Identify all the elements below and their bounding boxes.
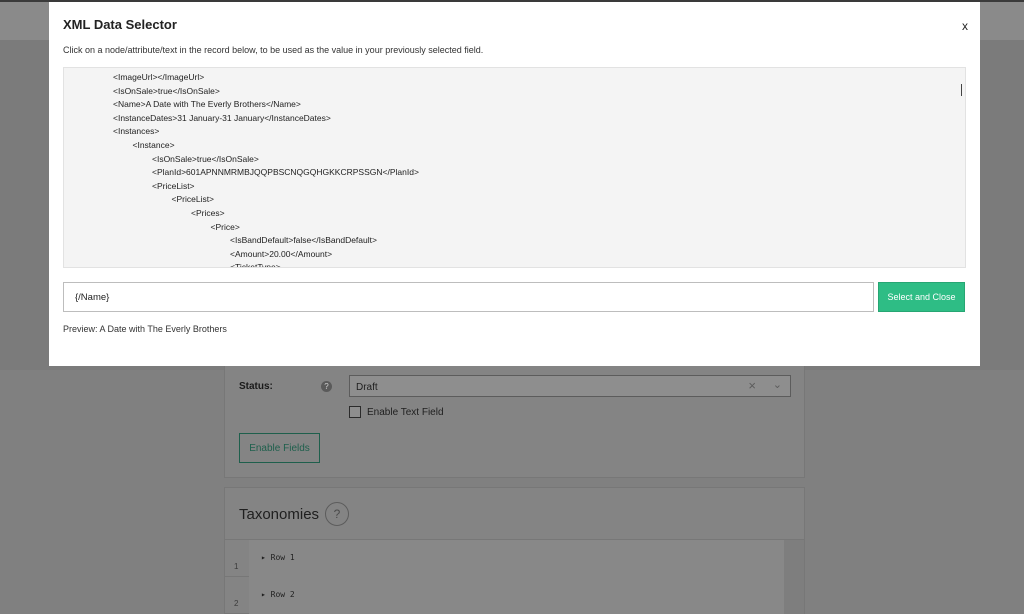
row-body: ▸ Row 2: [249, 577, 784, 614]
row-number: 2: [234, 599, 239, 608]
xml-node[interactable]: <IsOnSale>true</IsOnSale>: [152, 154, 259, 164]
status-value: Draft: [356, 382, 378, 393]
xml-record-viewer[interactable]: <ImageUrl></ImageUrl> <IsOnSale>true</IsO…: [63, 67, 966, 268]
status-panel: Status: ? Draft × ⌄ Enable Text Field En…: [224, 360, 805, 478]
xml-node[interactable]: <Instances>: [113, 126, 159, 136]
xml-node[interactable]: <Name>A Date with The Everly Brothers</N…: [113, 99, 301, 109]
taxonomy-row[interactable]: 2 ▸ Row 2: [225, 577, 784, 614]
xml-node[interactable]: <Price>: [211, 222, 240, 232]
clear-icon[interactable]: ×: [748, 378, 756, 393]
xml-node[interactable]: <PlanId>601APNNMRMBJQQPBSCNQGQHGKKCRPSSG…: [152, 167, 419, 177]
taxonomies-help-icon[interactable]: ?: [325, 502, 349, 526]
modal-description: Click on a node/attribute/text in the re…: [63, 45, 484, 55]
xml-node[interactable]: <PriceList>: [152, 181, 195, 191]
enable-fields-button[interactable]: Enable Fields: [239, 433, 320, 463]
select-and-close-button[interactable]: Select and Close: [878, 282, 965, 312]
xml-node[interactable]: <InstanceDates>31 January-31 January</In…: [113, 113, 331, 123]
scroll-cursor: [961, 84, 962, 96]
status-select[interactable]: Draft × ⌄: [349, 375, 791, 397]
status-label: Status:: [239, 381, 273, 392]
xml-node[interactable]: <PriceList>: [172, 194, 215, 204]
row-side-column: [784, 540, 804, 614]
xml-node[interactable]: <Amount>20.00</Amount>: [230, 249, 332, 259]
taxonomies-panel: Taxonomies ? 1 ▸ Row 1 2 ▸ Row 2: [224, 487, 805, 614]
taxonomy-row[interactable]: 1 ▸ Row 1: [225, 540, 784, 577]
enable-text-field-checkbox[interactable]: [349, 406, 361, 418]
enable-text-field-label: Enable Text Field: [367, 407, 444, 418]
status-help-icon[interactable]: ?: [321, 381, 332, 392]
row-number: 1: [234, 562, 239, 571]
close-button[interactable]: x: [962, 19, 968, 33]
xml-node[interactable]: <IsOnSale>true</IsOnSale>: [113, 86, 220, 96]
row-body: ▸ Row 1: [249, 540, 784, 577]
row-label[interactable]: ▸ Row 2: [261, 590, 295, 599]
selected-path-input[interactable]: [63, 282, 874, 312]
chevron-down-icon[interactable]: ⌄: [773, 378, 782, 391]
xml-data-selector-modal: XML Data Selector x Click on a node/attr…: [49, 2, 980, 366]
xml-node[interactable]: <IsBandDefault>false</IsBandDefault>: [230, 235, 377, 245]
modal-title: XML Data Selector: [63, 17, 177, 32]
xml-node[interactable]: <Prices>: [191, 208, 225, 218]
xml-node[interactable]: <TicketType>: [230, 262, 281, 267]
xml-node[interactable]: <Instance>: [133, 140, 175, 150]
preview-text: Preview: A Date with The Everly Brothers: [63, 324, 227, 334]
row-label[interactable]: ▸ Row 1: [261, 553, 295, 562]
taxonomies-title: Taxonomies: [239, 506, 320, 523]
xml-node[interactable]: <ImageUrl></ImageUrl>: [113, 72, 204, 82]
